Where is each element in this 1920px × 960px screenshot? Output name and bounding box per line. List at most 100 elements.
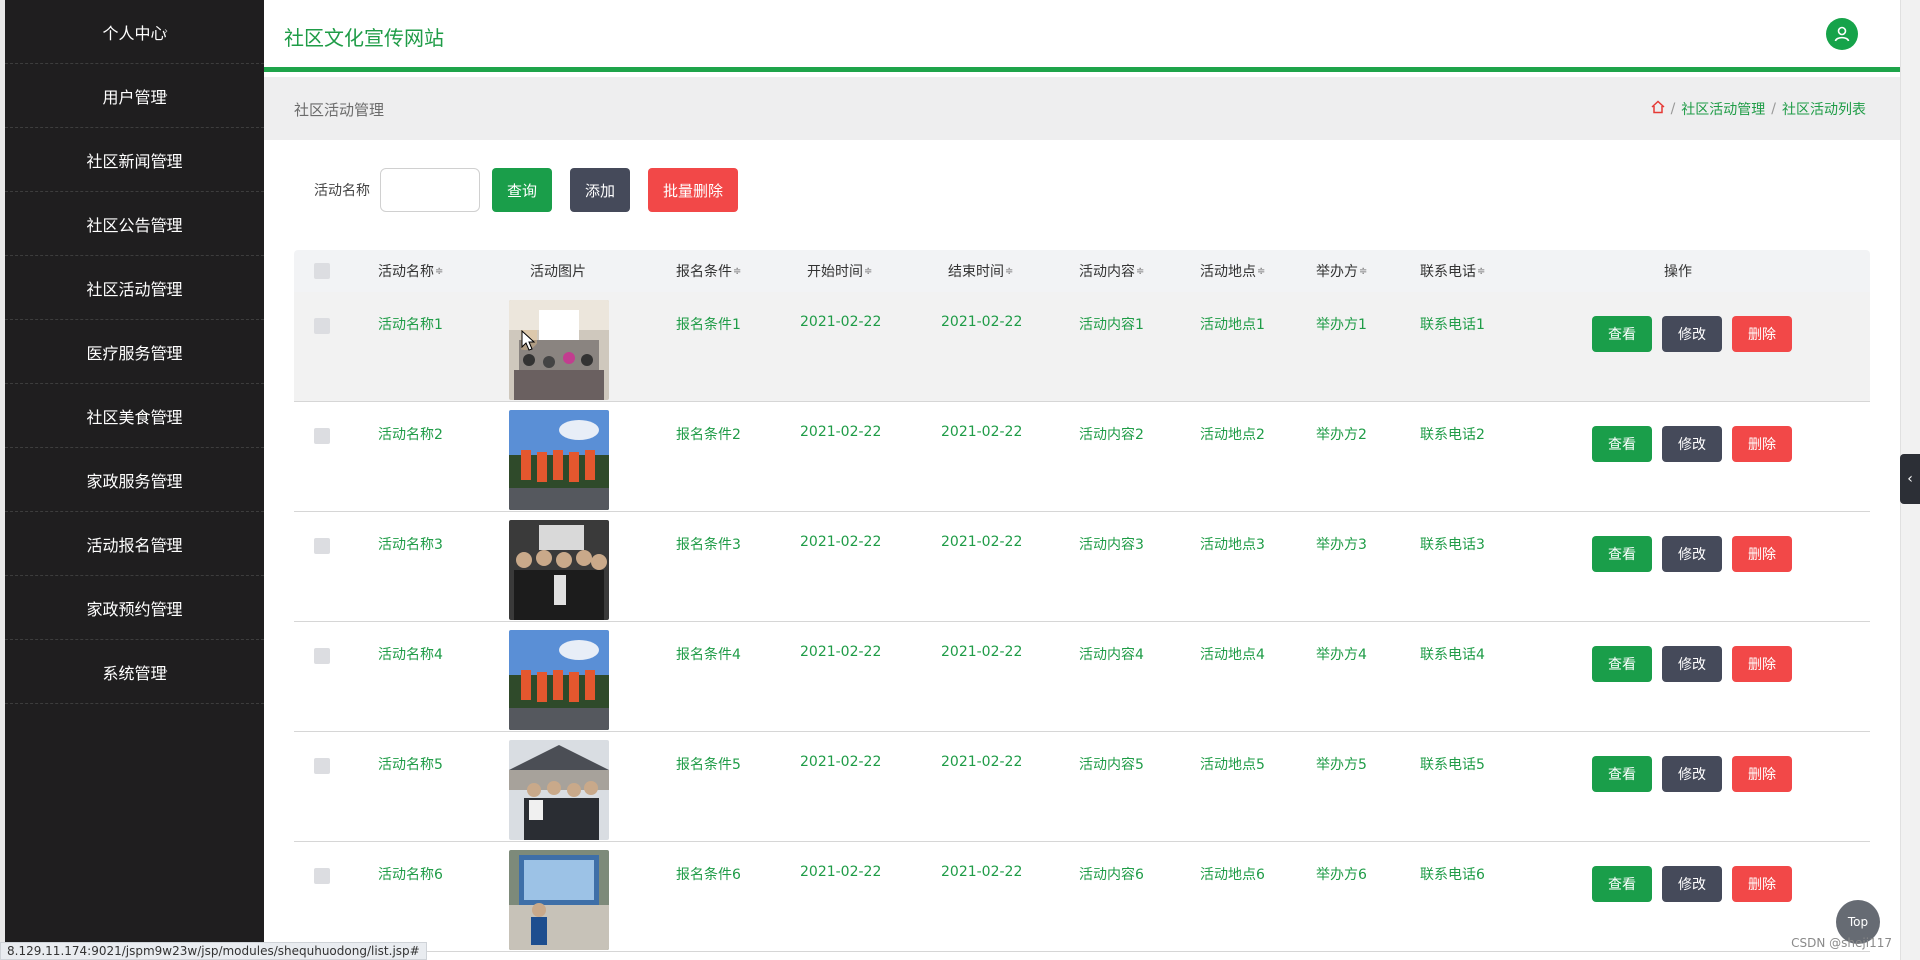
delete-button[interactable]: 删除: [1732, 426, 1792, 462]
delete-button[interactable]: 删除: [1732, 756, 1792, 792]
delete-button[interactable]: 删除: [1732, 866, 1792, 902]
batch-delete-button[interactable]: 批量删除: [648, 168, 738, 212]
column-header-condition[interactable]: 报名条件 ≑: [676, 250, 741, 292]
edit-button[interactable]: 修改: [1662, 866, 1722, 902]
sidebar-item-label: 社区美食管理: [86, 407, 183, 427]
sort-icon: ≑: [864, 265, 873, 277]
table-row: 活动名称2 报名条件2 2021-02-22 2021-02-22 活动内容2 …: [294, 402, 1870, 512]
cell-host: 举办方6: [1316, 867, 1367, 883]
view-button[interactable]: 查看: [1592, 646, 1652, 682]
edit-button[interactable]: 修改: [1662, 536, 1722, 572]
sidebar-item-personal-center[interactable]: 个人中心 ›: [5, 0, 264, 64]
cell-condition: 报名条件6: [676, 867, 741, 883]
activity-table: 活动名称 ≑ 活动图片 报名条件 ≑ 开始时间 ≑ 结束时间 ≑ 活动内容 ≑ 活动地点 ≑…: [294, 250, 1870, 952]
row-checkbox[interactable]: [314, 868, 330, 884]
sidebar-item-notice[interactable]: 社区公告管理 ›: [5, 192, 264, 256]
delete-button[interactable]: 删除: [1732, 536, 1792, 572]
chevron-right-icon: ›: [164, 282, 168, 293]
cell-name: 活动名称1: [378, 317, 443, 333]
chevron-right-icon: ›: [164, 666, 168, 677]
sidebar-item-label: 家政预约管理: [86, 599, 183, 619]
row-checkbox[interactable]: [314, 648, 330, 664]
column-header-start[interactable]: 开始时间 ≑: [807, 250, 872, 292]
edit-button[interactable]: 修改: [1662, 646, 1722, 682]
row-checkbox[interactable]: [314, 428, 330, 444]
sort-icon: ≑: [435, 265, 444, 277]
column-header-actions: 操作: [1664, 264, 1692, 280]
edit-button[interactable]: 修改: [1662, 756, 1722, 792]
column-header-name[interactable]: 活动名称 ≑: [378, 250, 443, 292]
breadcrumb-separator: /: [1771, 101, 1776, 117]
column-header-phone[interactable]: 联系电话 ≑: [1420, 250, 1485, 292]
sort-icon: ≑: [1136, 265, 1145, 277]
chevron-right-icon: ›: [164, 218, 168, 229]
search-input[interactable]: [380, 168, 480, 212]
activity-image: [509, 740, 609, 840]
search-label: 活动名称: [314, 183, 370, 199]
breadcrumb-item-list: 社区活动列表: [1782, 102, 1866, 118]
cell-start: 2021-02-22: [800, 314, 882, 330]
view-button[interactable]: 查看: [1592, 756, 1652, 792]
sidebar-item-signup[interactable]: 活动报名管理 ›: [5, 512, 264, 576]
add-button[interactable]: 添加: [570, 168, 630, 212]
cell-condition: 报名条件3: [676, 537, 741, 553]
column-header-end[interactable]: 结束时间 ≑: [948, 250, 1013, 292]
sidebar-item-system[interactable]: 系统管理 ›: [5, 640, 264, 704]
sort-icon: ≑: [1005, 265, 1014, 277]
column-header-content[interactable]: 活动内容 ≑: [1079, 250, 1144, 292]
breadcrumb-item-activity[interactable]: 社区活动管理: [1681, 99, 1765, 119]
cell-start: 2021-02-22: [800, 864, 882, 880]
cell-condition: 报名条件4: [676, 647, 741, 663]
user-icon[interactable]: [1826, 18, 1858, 50]
chevron-right-icon: ›: [164, 474, 168, 485]
sidebar-item-medical[interactable]: 医疗服务管理 ›: [5, 320, 264, 384]
chevron-left-icon[interactable]: ‹: [1900, 454, 1920, 504]
row-checkbox[interactable]: [314, 538, 330, 554]
column-header-host[interactable]: 举办方 ≑: [1316, 250, 1367, 292]
sidebar-item-label: 社区活动管理: [86, 279, 183, 299]
sidebar-item-user-management[interactable]: 用户管理 ›: [5, 64, 264, 128]
sidebar-item-label: 系统管理: [102, 663, 167, 683]
row-checkbox[interactable]: [314, 758, 330, 774]
sidebar-item-label: 用户管理: [102, 87, 167, 107]
chevron-right-icon: ›: [164, 346, 168, 357]
cell-name: 活动名称2: [378, 427, 443, 443]
column-header-place[interactable]: 活动地点 ≑: [1200, 250, 1265, 292]
sidebar-item-appointment[interactable]: 家政预约管理 ›: [5, 576, 264, 640]
sort-icon: ≑: [1477, 265, 1486, 277]
activity-image: [509, 630, 609, 730]
cell-place: 活动地点2: [1200, 427, 1265, 443]
cell-host: 举办方2: [1316, 427, 1367, 443]
sidebar-item-label: 社区公告管理: [86, 215, 183, 235]
cell-content: 活动内容4: [1079, 647, 1144, 663]
sidebar-item-news[interactable]: 社区新闻管理 ›: [5, 128, 264, 192]
cell-content: 活动内容5: [1079, 757, 1144, 773]
row-checkbox[interactable]: [314, 318, 330, 334]
sidebar-item-label: 家政服务管理: [86, 471, 183, 491]
cell-name: 活动名称5: [378, 757, 443, 773]
view-button[interactable]: 查看: [1592, 536, 1652, 572]
select-all-checkbox[interactable]: [314, 250, 330, 292]
cell-end: 2021-02-22: [941, 754, 1023, 770]
cell-host: 举办方4: [1316, 647, 1367, 663]
watermark: CSDN @sheji117: [1791, 936, 1892, 950]
table-row: 活动名称3 报名条件3 2021-02-22 2021-02-22 活动内容3 …: [294, 512, 1870, 622]
home-icon[interactable]: [1651, 100, 1665, 118]
cell-place: 活动地点5: [1200, 757, 1265, 773]
sidebar-item-housekeeping[interactable]: 家政服务管理 ›: [5, 448, 264, 512]
sidebar-item-activity[interactable]: 社区活动管理 ›: [5, 256, 264, 320]
view-button[interactable]: 查看: [1592, 866, 1652, 902]
sidebar-item-food[interactable]: 社区美食管理 ›: [5, 384, 264, 448]
view-button[interactable]: 查看: [1592, 316, 1652, 352]
breadcrumb-bar: 社区活动管理 / 社区活动管理 / 社区活动列表: [264, 77, 1900, 140]
edit-button[interactable]: 修改: [1662, 426, 1722, 462]
delete-button[interactable]: 删除: [1732, 646, 1792, 682]
edit-button[interactable]: 修改: [1662, 316, 1722, 352]
cell-phone: 联系电话3: [1420, 537, 1485, 553]
cell-condition: 报名条件1: [676, 317, 741, 333]
chevron-right-icon: ›: [164, 26, 168, 37]
query-button[interactable]: 查询: [492, 168, 552, 212]
delete-button[interactable]: 删除: [1732, 316, 1792, 352]
view-button[interactable]: 查看: [1592, 426, 1652, 462]
cell-content: 活动内容6: [1079, 867, 1144, 883]
